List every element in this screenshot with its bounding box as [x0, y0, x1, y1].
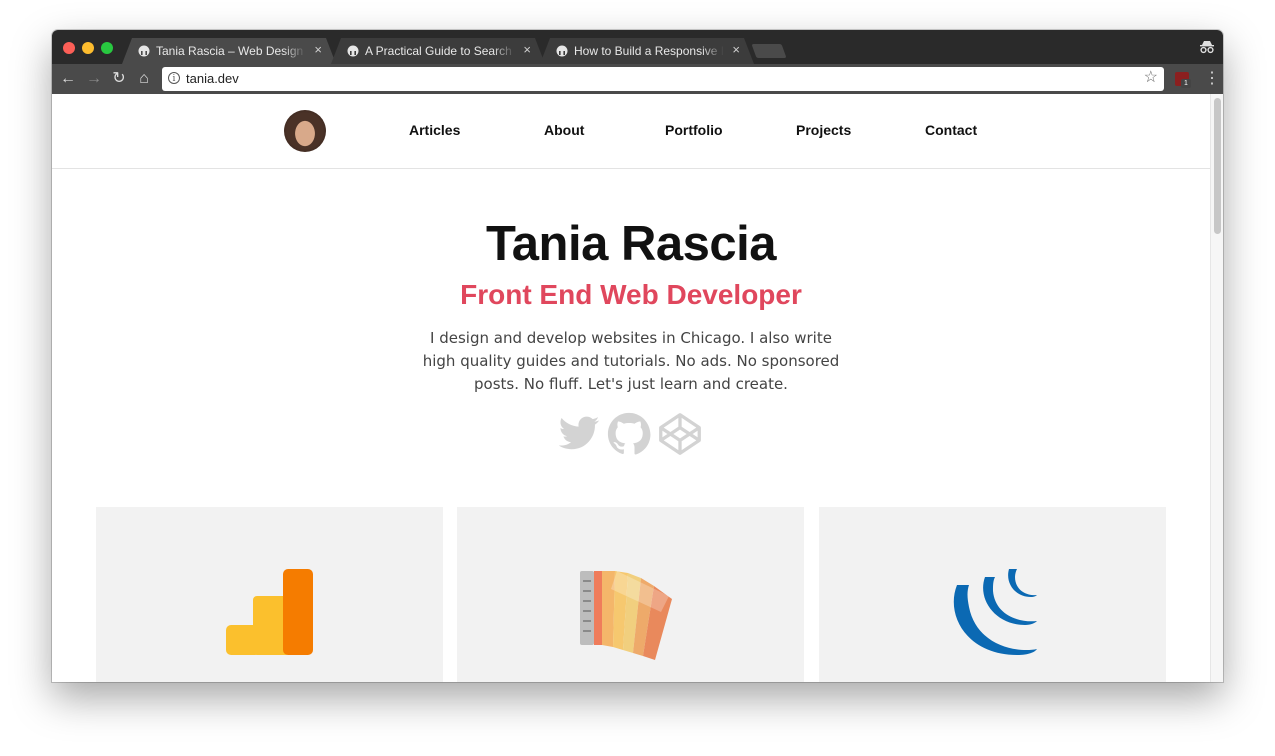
tab-strip: Tania Rascia – Web Design and Developmen…	[52, 30, 1223, 64]
codepen-icon[interactable]	[658, 412, 702, 456]
incognito-icon	[1200, 41, 1214, 54]
tab-close-icon[interactable]: ×	[314, 43, 322, 57]
hero-title: Tania Rascia	[486, 217, 776, 271]
site-info-icon[interactable]: i	[168, 72, 180, 84]
back-arrow-icon[interactable]: ←	[60, 71, 76, 87]
hero-subtitle: Front End Web Developer	[460, 279, 802, 310]
browser-window: Tania Rascia – Web Design and Developmen…	[52, 30, 1223, 682]
browser-toolbar: ← → ↻ ⌂ i tania.dev ☆ 1 ⋮	[52, 64, 1223, 94]
tab-title: A Practical Guide to Search Engine Optim…	[365, 44, 515, 58]
browser-tab-1[interactable]: Tania Rascia – Web Design and Developmen…	[122, 38, 336, 64]
minimize-window-button[interactable]	[82, 42, 94, 54]
tab-title: How to Build a Responsive Image Gallery	[574, 44, 724, 58]
portfolio-card-palette[interactable]	[457, 507, 804, 682]
nav-link-articles[interactable]: Articles	[409, 122, 460, 139]
portfolio-card-jquery[interactable]	[819, 507, 1166, 682]
portfolio-card-analytics[interactable]	[96, 507, 443, 682]
extension-badge: 1	[1181, 79, 1191, 88]
web-page: Articles About Portfolio Projects Contac…	[52, 94, 1210, 682]
nav-link-portfolio[interactable]: Portfolio	[665, 122, 723, 139]
maximize-window-button[interactable]	[101, 42, 113, 54]
home-icon[interactable]: ⌂	[136, 71, 152, 87]
browser-tab-2[interactable]: A Practical Guide to Search Engine Optim…	[331, 38, 545, 64]
forward-arrow-icon[interactable]: →	[86, 71, 102, 87]
tab-close-icon[interactable]: ×	[732, 43, 740, 57]
google-analytics-icon	[226, 569, 313, 655]
github-icon[interactable]	[607, 412, 651, 456]
elephant-favicon-icon	[138, 45, 150, 57]
elephant-favicon-icon	[347, 45, 359, 57]
site-navigation: Articles About Portfolio Projects Contac…	[52, 94, 1210, 169]
avatar[interactable]	[284, 110, 326, 152]
nav-link-contact[interactable]: Contact	[925, 122, 977, 139]
reload-icon[interactable]: ↻	[111, 71, 127, 87]
page-scrollbar[interactable]	[1210, 94, 1223, 682]
new-tab-button[interactable]	[751, 44, 787, 58]
twitter-icon[interactable]	[557, 412, 601, 456]
hero-description: I design and develop websites in Chicago…	[422, 329, 840, 393]
nav-link-projects[interactable]: Projects	[796, 122, 851, 139]
elephant-favicon-icon	[556, 45, 568, 57]
tab-close-icon[interactable]: ×	[523, 43, 531, 57]
address-text[interactable]: tania.dev	[186, 72, 239, 86]
nav-link-about[interactable]: About	[544, 122, 584, 139]
jquery-icon	[953, 569, 1037, 655]
scrollbar-thumb[interactable]	[1214, 98, 1221, 234]
bookmark-star-icon[interactable]: ☆	[1144, 69, 1158, 87]
color-palette-icon	[580, 571, 672, 660]
browser-menu-icon[interactable]: ⋮	[1204, 70, 1220, 88]
address-bar[interactable]: i tania.dev ☆	[162, 67, 1164, 91]
browser-tab-3[interactable]: How to Build a Responsive Image Gallery …	[540, 38, 754, 64]
close-window-button[interactable]	[63, 42, 75, 54]
tab-title: Tania Rascia – Web Design and Developmen…	[156, 44, 306, 58]
